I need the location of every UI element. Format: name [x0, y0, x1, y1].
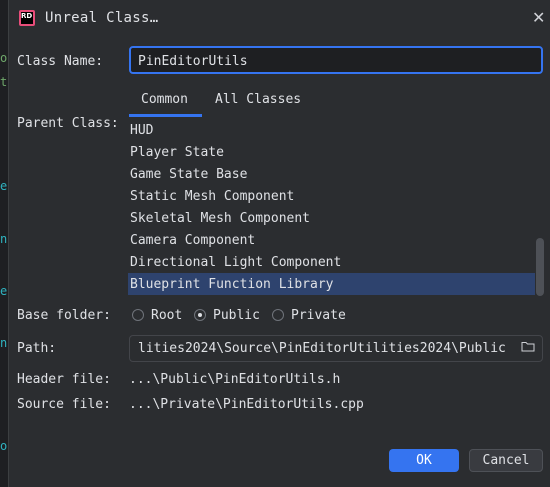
parent-class-item[interactable]: Camera Component — [128, 229, 535, 251]
parent-class-list[interactable]: HUD Player State Game State Base Static Mes… — [128, 119, 545, 297]
ok-button[interactable]: OK — [389, 449, 459, 472]
tab-all-classes[interactable]: All Classes — [215, 92, 301, 116]
editor-fragment: n — [0, 233, 8, 245]
cancel-button[interactable]: Cancel — [469, 449, 543, 472]
editor-fragment: e — [0, 285, 8, 297]
parent-class-item[interactable]: Static Mesh Component — [128, 185, 535, 207]
header-file-label: Header file: — [17, 372, 111, 387]
parent-class-item[interactable]: HUD — [128, 119, 535, 141]
radio-root-label[interactable]: Root — [151, 308, 182, 323]
editor-fragment: e — [0, 180, 8, 192]
source-file-value: ...\Private\PinEditorUtils.cpp — [129, 397, 364, 412]
active-tab-indicator — [129, 114, 202, 117]
parent-class-item[interactable]: Skeletal Mesh Component — [128, 207, 535, 229]
close-icon[interactable]: ✕ — [532, 8, 548, 28]
scrollbar-thumb[interactable] — [536, 238, 544, 296]
radio-private-label[interactable]: Private — [291, 308, 346, 323]
editor-fragment: o — [0, 52, 8, 64]
radio-private[interactable] — [272, 309, 284, 321]
editor-fragment: o — [0, 440, 8, 452]
class-name-input[interactable]: PinEditorUtils — [129, 46, 543, 74]
editor-fragment: t — [0, 76, 8, 88]
path-label: Path: — [17, 341, 57, 356]
class-name-label: Class Name: — [17, 54, 104, 69]
rider-logo-text: RD — [21, 12, 33, 20]
radio-public-selected-dot — [198, 313, 202, 317]
folder-icon[interactable] — [521, 341, 535, 352]
radio-root[interactable] — [132, 309, 144, 321]
path-field[interactable]: lities2024\Source\PinEditorUtilities2024… — [129, 335, 543, 362]
parent-class-item[interactable]: Game State Base — [128, 163, 535, 185]
base-folder-label: Base folder: — [17, 308, 111, 323]
parent-class-item[interactable]: Directional Light Component — [128, 251, 535, 273]
header-file-value: ...\Public\PinEditorUtils.h — [129, 372, 341, 387]
parent-class-item[interactable]: Player State — [128, 141, 535, 163]
tab-common[interactable]: Common — [141, 92, 188, 116]
parent-class-label: Parent Class: — [17, 116, 119, 131]
parent-class-item[interactable]: Blueprint Function Library — [128, 273, 535, 295]
editor-fragment: n — [0, 337, 8, 349]
source-file-label: Source file: — [17, 397, 111, 412]
radio-public-label[interactable]: Public — [213, 308, 260, 323]
dialog-title: Unreal Class… — [45, 10, 159, 26]
